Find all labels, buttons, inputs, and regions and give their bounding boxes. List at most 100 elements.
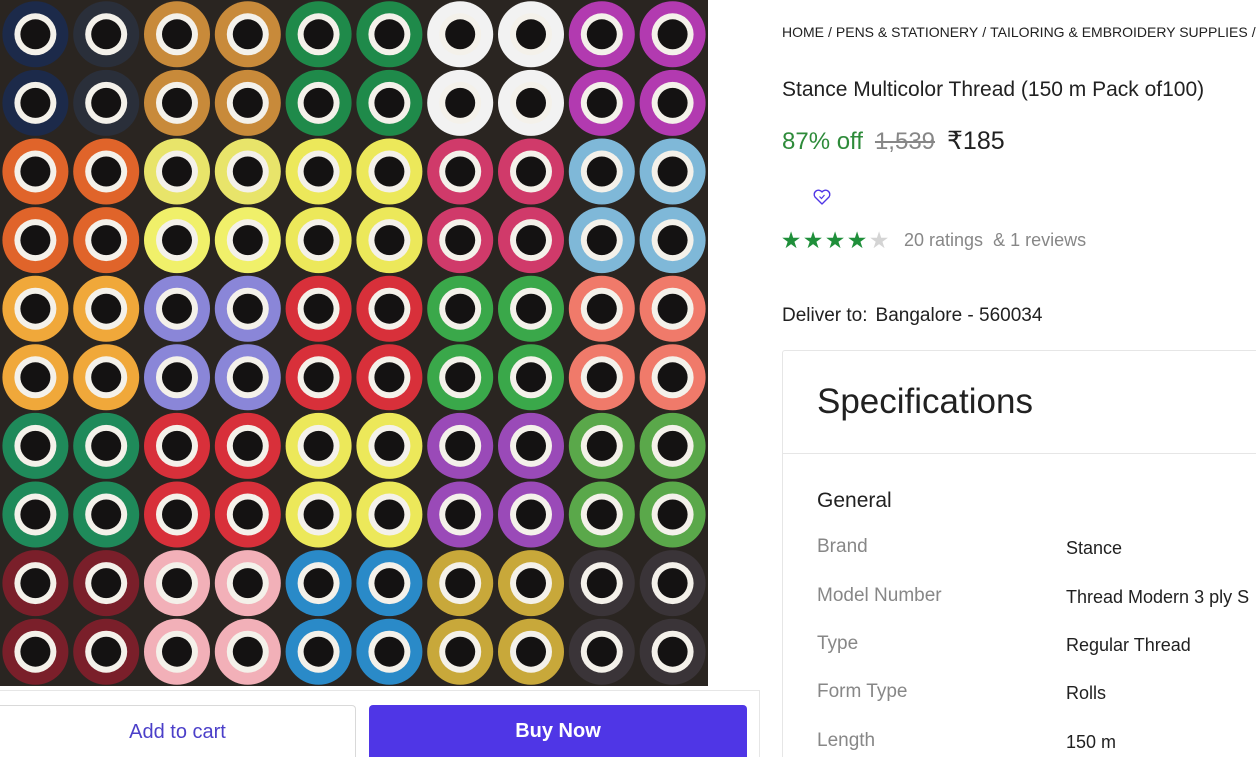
thread-spool [73, 412, 140, 479]
thread-spool [2, 207, 69, 274]
thread-spool [498, 344, 564, 411]
thread-spools-photo [0, 0, 708, 686]
breadcrumb-home[interactable]: HOME [782, 24, 824, 40]
thread-spool [639, 412, 706, 479]
thread-spool [356, 275, 423, 342]
thread-spool [285, 69, 352, 136]
discount-percent: 87% off [782, 128, 863, 155]
thread-spool [356, 481, 423, 548]
thread-spool [427, 69, 494, 136]
spec-key: Brand [817, 536, 868, 557]
thread-spool [144, 275, 210, 342]
thread-spool [73, 481, 140, 548]
thread-spool [356, 69, 423, 136]
thread-spool [285, 275, 352, 342]
thread-spool [639, 618, 706, 685]
thread-spool [144, 69, 210, 136]
spec-value: Regular Thread [1066, 635, 1191, 655]
spec-value: Stance [1066, 538, 1123, 558]
thread-spool [214, 412, 281, 479]
star-filled-icon: ★ [780, 227, 802, 253]
thread-spool [356, 207, 423, 274]
thread-spool [568, 207, 635, 274]
spec-value: 150 m [1066, 732, 1117, 752]
add-to-cart-button[interactable]: Add to cart [0, 705, 356, 757]
star-filled-icon: ★ [846, 227, 868, 253]
rating-row: ★ ★ ★ ★ ★ 20 ratings & 1 reviews [780, 229, 1092, 252]
thread-spool [2, 69, 69, 136]
thread-spool [427, 344, 494, 411]
thread-spool [214, 138, 281, 205]
thread-spool [498, 275, 564, 342]
spec-key: Form Type [817, 681, 908, 702]
thread-spool [498, 550, 564, 617]
thread-spool [2, 344, 69, 411]
star-filled-icon: ★ [824, 227, 846, 253]
heart-icon[interactable] [812, 188, 832, 206]
thread-spool [73, 69, 140, 136]
buy-now-button[interactable]: Buy Now [369, 705, 747, 757]
thread-spool [285, 550, 352, 617]
thread-spool [2, 550, 69, 617]
thread-spool [356, 344, 423, 411]
price-row: 87% off 1,539 ₹185 [782, 126, 1005, 156]
thread-spool [144, 550, 210, 617]
thread-spool [568, 138, 635, 205]
deliver-label: Deliver to: [782, 305, 868, 326]
thread-spool [214, 275, 281, 342]
breadcrumb-pens-stationery[interactable]: PENS & STATIONERY [836, 24, 978, 40]
thread-spool [568, 344, 635, 411]
breadcrumb-separator: / [828, 24, 832, 40]
breadcrumb-tailoring[interactable]: TAILORING & EMBROIDERY SUPPLIES [990, 24, 1248, 40]
star-empty-icon: ★ [868, 227, 890, 253]
thread-spool [639, 1, 706, 68]
thread-spool [498, 412, 564, 479]
delivery-info[interactable]: Deliver to: Bangalore - 560034 [782, 305, 1042, 327]
thread-spool [214, 344, 281, 411]
star-filled-icon: ★ [802, 227, 824, 253]
thread-spool [498, 138, 564, 205]
thread-spool [285, 138, 352, 205]
thread-spool [639, 481, 706, 548]
thread-spool [144, 344, 210, 411]
product-image[interactable] [0, 0, 708, 686]
reviews-count[interactable]: & 1 reviews [993, 230, 1086, 251]
thread-spool [285, 412, 352, 479]
original-price: 1,539 [874, 128, 936, 155]
breadcrumb-separator: / [1251, 24, 1256, 40]
thread-spool [214, 550, 281, 617]
thread-spool [144, 1, 210, 68]
thread-spool [498, 69, 564, 136]
thread-spool [285, 344, 352, 411]
thread-spool [214, 1, 281, 68]
specifications-card: Specifications General Brand Stance Mode… [782, 350, 1256, 757]
thread-spool [214, 207, 281, 274]
thread-spool [356, 618, 423, 685]
delivery-location: Bangalore - 560034 [875, 305, 1043, 326]
thread-spool [73, 344, 140, 411]
thread-spool [568, 481, 635, 548]
ratings-count[interactable]: 20 ratings [904, 230, 983, 251]
thread-spool [285, 618, 352, 685]
breadcrumb: HOME / PENS & STATIONERY / TAILORING & EMBRO… [782, 24, 1256, 40]
thread-spool [285, 481, 352, 548]
thread-spool [2, 138, 69, 205]
thread-spool [639, 69, 706, 136]
thread-spool [639, 550, 706, 617]
thread-spool [639, 275, 706, 342]
thread-spool [285, 1, 352, 68]
thread-spool [144, 412, 210, 479]
thread-spool [144, 481, 210, 548]
thread-spool [73, 275, 140, 342]
thread-spool [73, 207, 140, 274]
thread-spool [498, 1, 564, 68]
thread-spool [73, 138, 140, 205]
thread-spool [427, 275, 494, 342]
thread-spool [144, 618, 210, 685]
specifications-title: Specifications [817, 382, 1033, 421]
specifications-header: Specifications [783, 351, 1256, 454]
thread-spool [356, 550, 423, 617]
thread-spool [568, 618, 635, 685]
thread-spool [498, 618, 564, 685]
thread-spool [214, 481, 281, 548]
